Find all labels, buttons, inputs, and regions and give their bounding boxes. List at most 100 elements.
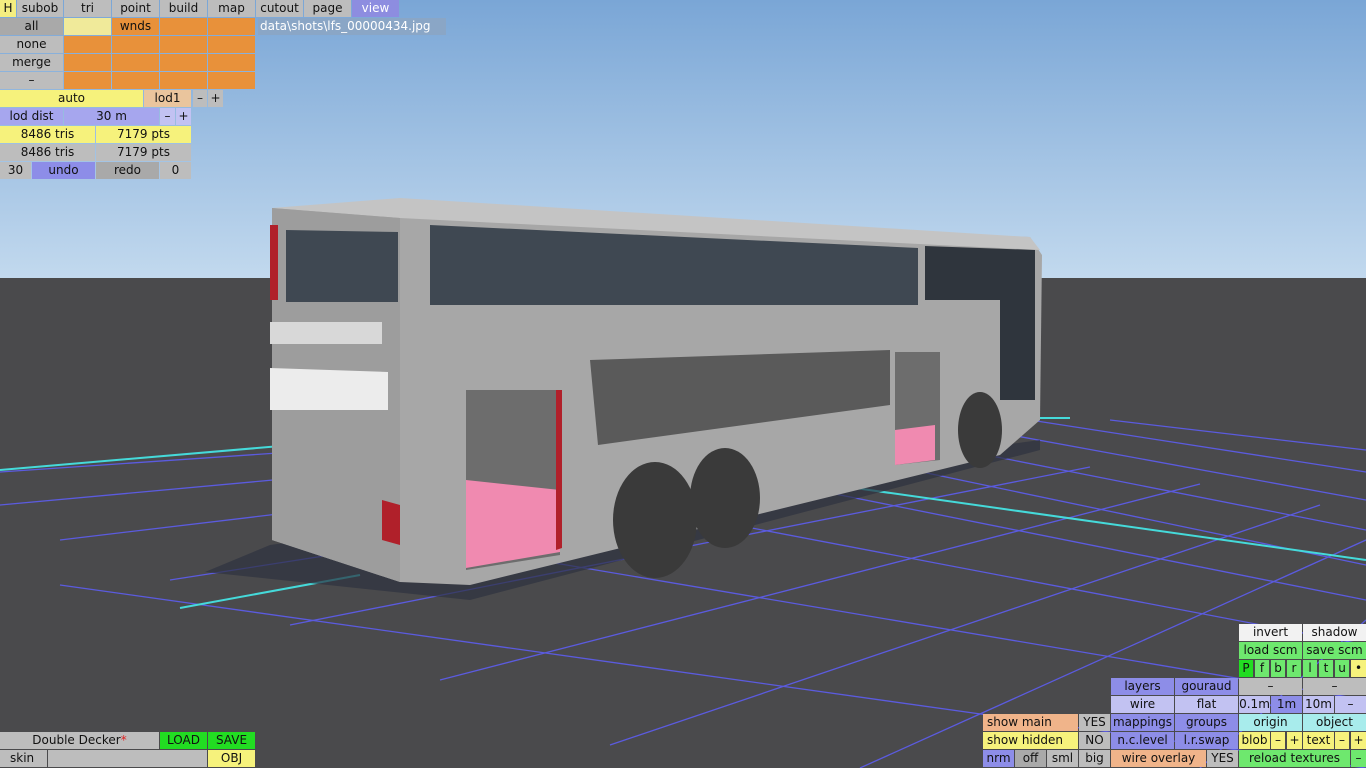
flat-button[interactable]: flat [1175,696,1238,713]
scale-minus-button[interactable]: – [1335,696,1366,713]
shadow-button[interactable]: shadow [1303,624,1366,641]
flag-t[interactable]: t [1319,660,1333,677]
select-none-button[interactable]: none [0,36,63,53]
subobject-slot[interactable] [208,36,255,53]
merge-button[interactable]: merge [0,54,63,71]
tab-point[interactable]: point [112,0,159,17]
size-off-button[interactable]: off [1015,750,1046,767]
pts-count: 7179 pts [96,126,191,143]
tris-count: 8486 tris [0,126,95,143]
invert-button[interactable]: invert [1239,624,1302,641]
reload-textures-button[interactable]: reload textures [1239,750,1350,767]
screenshot-path-label: data\shots\lfs_00000434.jpg [258,18,446,35]
small-size-button[interactable]: sml [1047,750,1078,767]
subobject-slot[interactable] [160,72,207,89]
gouraud-button[interactable]: gouraud [1175,678,1238,695]
tab-subob[interactable]: subob [17,0,63,17]
mappings-button[interactable]: mappings [1111,714,1174,731]
load-button[interactable]: LOAD [160,732,207,749]
modified-mark: * [120,733,127,747]
scale-10m-button[interactable]: 10m [1303,696,1334,713]
reload-minus-button[interactable]: – [1351,750,1366,767]
obj-export-button[interactable]: OBJ [208,750,255,767]
blob-button[interactable]: blob [1239,732,1270,749]
lr-swap-button[interactable]: l.r.swap [1175,732,1238,749]
lod-auto-button[interactable]: auto [0,90,143,107]
tris-count-total: 8486 tris [0,144,95,161]
dash-button[interactable]: – [1303,678,1366,695]
subobject-slot[interactable] [64,54,111,71]
show-main-yes[interactable]: YES [1079,714,1110,731]
skin-field[interactable] [48,750,207,767]
flag-r[interactable]: r [1287,660,1301,677]
blob-minus-button[interactable]: – [1271,732,1285,749]
object-button[interactable]: object [1303,714,1366,731]
save-scm-button[interactable]: save scm [1303,642,1366,659]
flag-u[interactable]: u [1335,660,1349,677]
lod-dist-plus-button[interactable]: + [176,108,191,125]
tab-page[interactable]: page [304,0,351,17]
subobject-slot[interactable] [208,18,255,35]
flag-b[interactable]: b [1271,660,1285,677]
show-main-button[interactable]: show main [983,714,1078,731]
save-button[interactable]: SAVE [208,732,255,749]
flag-p[interactable]: P [1239,660,1253,677]
subobject-slot[interactable] [160,36,207,53]
lod-minus-button[interactable]: – [193,90,207,107]
subobject-wnds[interactable]: wnds [112,18,159,35]
lod-plus-button[interactable]: + [208,90,223,107]
tab-tri[interactable]: tri [64,0,111,17]
wire-overlay-yes[interactable]: YES [1207,750,1238,767]
flag-dot[interactable]: • [1351,660,1366,677]
groups-button[interactable]: groups [1175,714,1238,731]
tab-view[interactable]: view [352,0,399,17]
scale-01m-button[interactable]: 0.1m [1239,696,1270,713]
load-scm-button[interactable]: load scm [1239,642,1302,659]
subobject-slot[interactable] [112,72,159,89]
subobject-slot[interactable] [64,36,111,53]
skin-label: skin [0,750,47,767]
big-size-button[interactable]: big [1079,750,1110,767]
object-name-field[interactable]: Double Decker* [0,732,159,749]
normal-size-button[interactable]: nrm [983,750,1014,767]
text-minus-button[interactable]: – [1335,732,1349,749]
lod-dist-label: lod dist [0,108,63,125]
pts-count-total: 7179 pts [96,144,191,161]
subobject-slot[interactable] [112,54,159,71]
nc-level-button[interactable]: n.c.level [1111,732,1174,749]
3d-viewport[interactable] [0,0,1366,768]
wire-button[interactable]: wire [1111,696,1174,713]
redo-button[interactable]: redo [96,162,159,179]
subobject-slot[interactable] [64,18,111,35]
object-name: Double Decker [32,733,121,747]
subobject-slot[interactable] [208,72,255,89]
origin-button[interactable]: origin [1239,714,1302,731]
wire-overlay-button[interactable]: wire overlay [1111,750,1206,767]
subobject-slot[interactable] [64,72,111,89]
flag-f[interactable]: f [1255,660,1269,677]
select-all-button[interactable]: all [0,18,63,35]
subobject-slot[interactable] [160,18,207,35]
show-hidden-no[interactable]: NO [1079,732,1110,749]
text-button[interactable]: text [1303,732,1334,749]
tab-map[interactable]: map [208,0,255,17]
lod-dist-value[interactable]: 30 m [64,108,159,125]
show-hidden-button[interactable]: show hidden [983,732,1078,749]
subobject-slot[interactable] [160,54,207,71]
subobject-slot[interactable] [112,36,159,53]
text-plus-button[interactable]: + [1351,732,1366,749]
undo-button[interactable]: undo [32,162,95,179]
tab-build[interactable]: build [160,0,207,17]
redo-count: 0 [160,162,191,179]
tab-cutout[interactable]: cutout [256,0,303,17]
lod-level-label[interactable]: lod1 [144,90,191,107]
lod-dist-minus-button[interactable]: – [160,108,175,125]
dash-button[interactable]: – [1239,678,1302,695]
minus-button[interactable]: – [0,72,63,89]
blob-plus-button[interactable]: + [1287,732,1302,749]
scale-1m-button[interactable]: 1m [1271,696,1302,713]
flag-l[interactable]: l [1303,660,1317,677]
layers-button[interactable]: layers [1111,678,1174,695]
subobject-slot[interactable] [208,54,255,71]
help-button[interactable]: H [0,0,16,17]
